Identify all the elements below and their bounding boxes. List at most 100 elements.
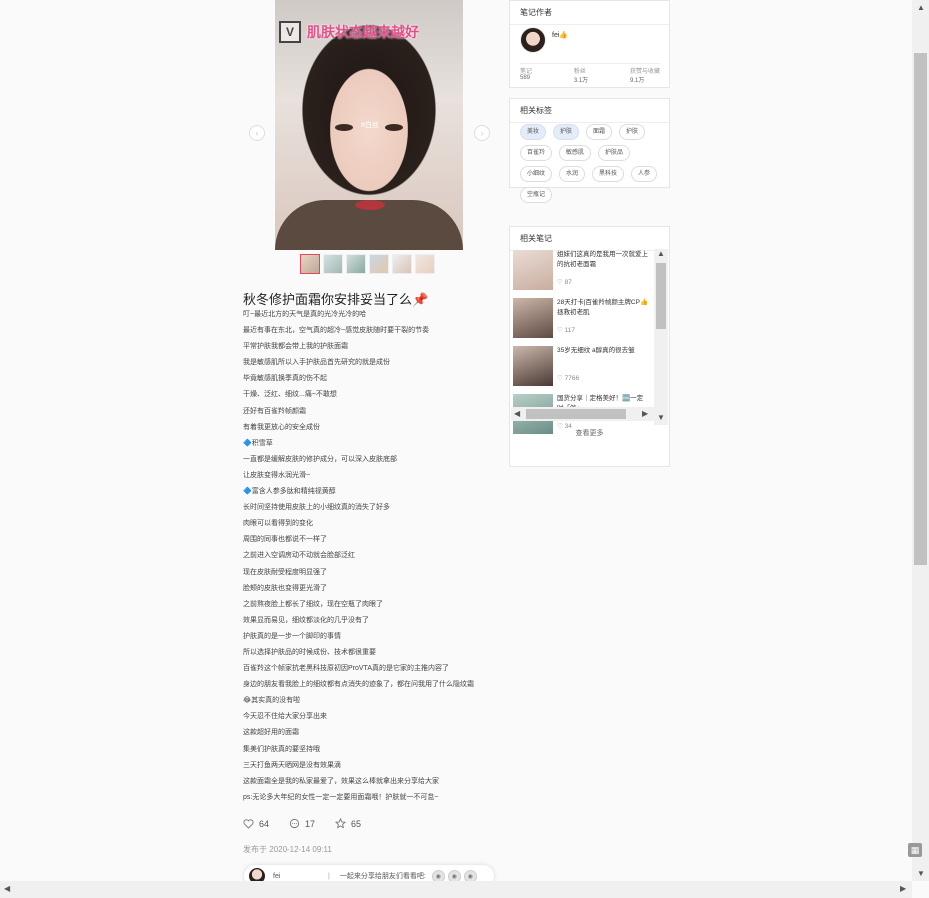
share-author-name[interactable]: fei xyxy=(273,873,323,880)
heart-icon xyxy=(243,818,254,829)
heart-icon: ♡ xyxy=(557,279,565,286)
related-horizontal-scrollbar[interactable]: ◀ ▶ xyxy=(511,407,654,421)
post-body-line: 我是敏感肌所以入手护肤品首先研究的就是成份 xyxy=(243,359,390,367)
brand-logo-icon: V xyxy=(279,21,301,43)
post-body-line: 之前进入空调房动不动就会脸部泛红 xyxy=(243,552,355,560)
related-note-item[interactable]: 35岁无细纹 a醇真的很去皱 ♡ 7766 xyxy=(513,346,669,391)
tag-item[interactable]: 护肤 xyxy=(553,124,580,140)
tag-item[interactable]: 护肤品 xyxy=(598,145,631,161)
related-note-item[interactable]: 28天打卡|百雀羚帧颜主牌CP👍拯救初老肌 ♡ 117 xyxy=(513,298,669,343)
post-image[interactable]: V 肌肤状态越来越好 #白丝 xyxy=(275,0,463,250)
thumbnail-6[interactable] xyxy=(415,254,435,274)
author-stat-likes: 获赞与收藏 9.1万 xyxy=(629,69,660,84)
post-title: 秋冬修护面霜你安排妥当了么📌 xyxy=(243,292,429,307)
heart-icon: ♡ xyxy=(557,375,565,382)
page-scroll-right-icon[interactable]: ▶ xyxy=(900,884,906,893)
related-note-title[interactable]: 28天打卡|百雀羚帧颜主牌CP👍拯救初老肌 xyxy=(557,298,649,320)
photo-eye-left xyxy=(335,124,353,131)
image-caption: 肌肤状态越来越好 xyxy=(307,24,419,40)
related-vertical-scrollbar[interactable]: ▲ ▼ xyxy=(654,249,668,425)
author-card: 笔记作者 fei👍 笔记 589 粉丝 3.1万 获赞与收藏 9.1万 xyxy=(509,0,670,88)
post-body-line: 还好有百雀羚帧颜霜 xyxy=(243,407,306,415)
post-body-line: 脸颊的皮肤也变得更光滑了 xyxy=(243,584,327,592)
related-note-like-count: 7766 xyxy=(564,375,580,382)
favorite-button[interactable]: 65 xyxy=(335,818,361,829)
tag-item[interactable]: 水润 xyxy=(559,166,586,182)
post-body-line: 周围的同事也都说不一样了 xyxy=(243,536,327,544)
related-note-likes: ♡ 7766 xyxy=(557,374,649,382)
post-body-line: 让皮肤变得水润光滑~ xyxy=(243,471,311,479)
qr-code-icon[interactable]: ▦ xyxy=(908,843,922,857)
star-icon xyxy=(335,818,347,829)
related-horizontal-scroll-thumb[interactable] xyxy=(526,409,626,419)
scroll-up-icon[interactable]: ▲ xyxy=(657,249,665,258)
tag-list: 美妆 护肤 面霜 护肤 百雀羚 敏感肌 护肤品 小细纹 水润 黑科技 人参 空瓶记 xyxy=(520,124,665,203)
related-note-thumbnail[interactable] xyxy=(513,346,553,386)
scroll-right-icon[interactable]: ▶ xyxy=(642,409,648,418)
see-more-link[interactable]: 查看更多 xyxy=(510,428,669,438)
page-horizontal-scrollbar[interactable]: ◀ ▶ xyxy=(0,881,912,898)
share-separator: | xyxy=(328,872,330,880)
post-stats: 64 17 65 xyxy=(243,818,361,829)
related-note-info: 28天打卡|百雀羚帧颜主牌CP👍拯救初老肌 ♡ 117 xyxy=(557,298,649,343)
related-note-info: 35岁无细纹 a醇真的很去皱 ♡ 7766 xyxy=(557,346,649,391)
related-card: 相关笔记 姐妹们这真的是我用一次就爱上的抗初老面霜 ♡ 87 28天打卡|百雀羚帧颜… xyxy=(509,226,670,467)
thumbnail-3[interactable] xyxy=(346,254,366,274)
tag-item[interactable]: 敏感肌 xyxy=(559,145,592,161)
related-note-like-count: 117 xyxy=(564,327,576,334)
author-name[interactable]: fei👍 xyxy=(552,31,568,39)
tags-card-title: 相关标签 xyxy=(510,99,669,123)
thumbnail-2[interactable] xyxy=(323,254,343,274)
post-body-line: 三天打鱼两天晒网是没有效果滴 xyxy=(243,761,341,769)
page-vertical-scroll-thumb[interactable] xyxy=(914,53,927,565)
post-body-line: 有着我更放心的安全成份 xyxy=(243,423,320,431)
related-note-thumbnail[interactable] xyxy=(513,250,553,290)
like-button[interactable]: 64 xyxy=(243,818,269,829)
scroll-left-icon[interactable]: ◀ xyxy=(514,409,520,418)
post-body: 叮~最近北方的天气是真的光冷光冷的哈 最近有事在东北，空气真的超冷~感觉皮肤随时要… xyxy=(243,307,513,806)
next-image-arrow-icon[interactable]: › xyxy=(474,125,490,141)
post-body-line: 身边的朋友看我脸上的细纹都有点消失的迹象了，都在问我用了什么隐纹霜 xyxy=(243,681,474,689)
prev-image-arrow-icon[interactable]: ‹ xyxy=(249,125,265,141)
related-note-likes: ♡ 87 xyxy=(557,278,649,286)
page-scroll-left-icon[interactable]: ◀ xyxy=(4,884,10,893)
related-note-title[interactable]: 35岁无细纹 a醇真的很去皱 xyxy=(557,346,649,368)
post-body-line: 效果显而易见，细纹都淡化的几乎没有了 xyxy=(243,616,369,624)
tag-item[interactable]: 人参 xyxy=(631,166,658,182)
like-count: 64 xyxy=(259,818,270,829)
related-note-thumbnail[interactable] xyxy=(513,298,553,338)
photo-eye-right xyxy=(385,124,403,131)
tag-item[interactable]: 面霜 xyxy=(586,124,613,140)
comment-count: 17 xyxy=(305,818,316,829)
related-note-likes: ♡ 117 xyxy=(557,326,649,334)
publish-time: 发布于 2020-12-14 09:11 xyxy=(243,845,332,854)
post-body-line: 这款超好用的面霜 xyxy=(243,729,299,737)
page-vertical-scrollbar[interactable]: ▲ ▼ xyxy=(912,0,929,881)
related-note-info: 姐妹们这真的是我用一次就爱上的抗初老面霜 ♡ 87 xyxy=(557,250,649,295)
scroll-down-icon[interactable]: ▼ xyxy=(657,413,665,422)
post-body-line: 今天忍不住给大家分享出来 xyxy=(243,713,327,721)
tag-item[interactable]: 美妆 xyxy=(520,124,547,140)
thumbnail-4[interactable] xyxy=(369,254,389,274)
author-stats: 笔记 589 粉丝 3.1万 获赞与收藏 9.1万 xyxy=(520,63,660,84)
author-avatar[interactable] xyxy=(520,27,546,53)
tag-item[interactable]: 黑科技 xyxy=(592,166,625,182)
post-body-line: 之前熬夜脸上都长了细纹，现在空瓶了肉眼了 xyxy=(243,600,383,608)
image-thumbnails xyxy=(300,254,435,274)
page-scroll-down-icon[interactable]: ▼ xyxy=(917,869,925,878)
page-scroll-up-icon[interactable]: ▲ xyxy=(917,3,925,12)
post-body-line: 这款面霜全是我的私家最爱了，效果这么棒就拿出来分享给大家 xyxy=(243,777,439,785)
post-body-line: 毕竟敏感肌换季真的伤不起 xyxy=(243,375,327,383)
tag-item[interactable]: 护肤 xyxy=(619,124,646,140)
tag-item[interactable]: 百雀羚 xyxy=(520,145,553,161)
tag-item[interactable]: 空瓶记 xyxy=(520,187,553,203)
comment-button[interactable]: 17 xyxy=(289,818,315,829)
related-vertical-scroll-thumb[interactable] xyxy=(656,263,666,329)
thumbnail-1[interactable] xyxy=(300,254,320,274)
related-note-title[interactable]: 姐妹们这真的是我用一次就爱上的抗初老面霜 xyxy=(557,250,649,272)
thumbnail-5[interactable] xyxy=(392,254,412,274)
related-note-item[interactable]: 姐妹们这真的是我用一次就爱上的抗初老面霜 ♡ 87 xyxy=(513,250,669,295)
post-body-line: 所以选择护肤品的时候成份、技术都很重要 xyxy=(243,648,376,656)
image-watermark: #白丝 xyxy=(361,122,379,129)
tag-item[interactable]: 小细纹 xyxy=(520,166,553,182)
